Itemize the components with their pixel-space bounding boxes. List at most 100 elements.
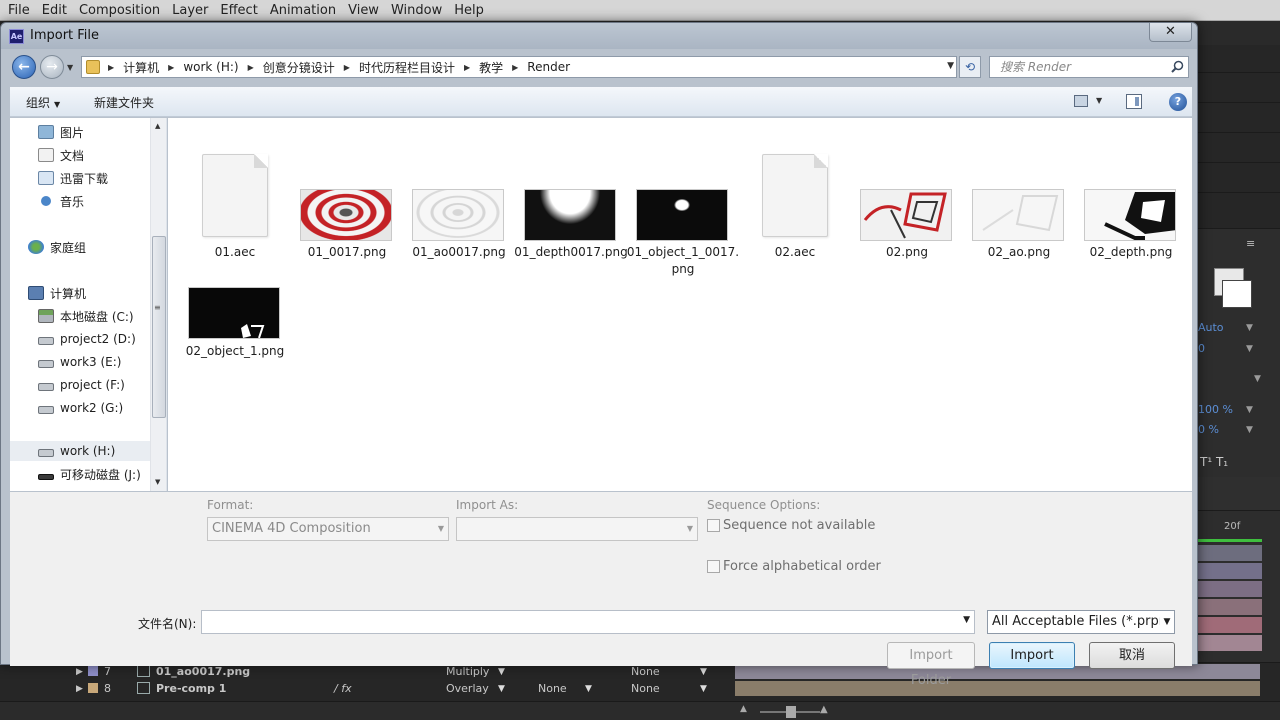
stroke-color-swatch[interactable] — [1222, 280, 1252, 308]
address-dropdown-icon[interactable]: ▼ — [947, 61, 954, 71]
nav-item-computer[interactable]: 计算机 — [28, 283, 86, 303]
search-box[interactable] — [989, 56, 1189, 78]
breadcrumb-item[interactable]: Render — [527, 60, 570, 74]
breadcrumb-item[interactable]: 创意分镜设计 — [263, 59, 335, 76]
nav-item-homegroup[interactable]: 家庭组 — [28, 237, 86, 257]
nav-item-drive-j[interactable]: 可移动磁盘 (J:) — [38, 464, 141, 484]
change-view-icon[interactable] — [1074, 95, 1088, 107]
breadcrumb-item[interactable]: 教学 — [479, 59, 503, 76]
zoom-out-icon[interactable]: ▲ — [740, 704, 747, 714]
cancel-button[interactable]: 取消 — [1089, 642, 1175, 669]
nav-item-drive-h[interactable]: work (H:) — [10, 441, 150, 461]
zoom-slider-knob[interactable] — [786, 706, 796, 718]
sequence-checkbox[interactable] — [707, 519, 720, 532]
file-item[interactable]: 02.aec — [737, 126, 853, 259]
blend-mode[interactable]: Overlay — [446, 682, 489, 695]
nav-scrollbar[interactable]: ▲ ≡ ▼ — [150, 118, 166, 491]
trackmatte-select[interactable]: None — [538, 682, 567, 695]
chevron-right-icon[interactable]: ▶ — [168, 63, 174, 72]
sequence-checkbox-row[interactable]: Sequence not available — [707, 518, 875, 533]
close-button[interactable]: ✕ — [1149, 23, 1192, 42]
nav-item-documents[interactable]: 文档 — [38, 145, 84, 165]
parent-select[interactable]: None — [631, 665, 660, 678]
unit-dropdown[interactable]: ▼ — [1254, 374, 1261, 384]
file-item[interactable]: 02_depth.png — [1073, 126, 1189, 259]
scroll-down-icon[interactable]: ▼ — [155, 478, 160, 486]
chevron-right-icon[interactable]: ▶ — [248, 63, 254, 72]
refresh-button[interactable]: ⟲ — [959, 56, 981, 78]
menu-file[interactable]: File — [0, 0, 36, 21]
chevron-right-icon[interactable]: ▶ — [512, 63, 518, 72]
menu-view[interactable]: View — [342, 0, 385, 21]
menu-composition[interactable]: Composition — [73, 0, 166, 21]
chevron-right-icon[interactable]: ▶ — [108, 63, 114, 72]
forward-button[interactable]: → — [40, 55, 64, 79]
file-item[interactable]: 02.png — [849, 126, 965, 259]
menu-effect[interactable]: Effect — [214, 0, 263, 21]
filename-input[interactable] — [202, 611, 952, 633]
superscript-icon[interactable]: T¹ T₁ — [1200, 455, 1228, 469]
scroll-up-icon[interactable]: ▲ — [155, 122, 160, 130]
breadcrumb-item[interactable]: work (H:) — [183, 60, 238, 74]
file-item[interactable]: 02_object_1.png — [177, 248, 293, 358]
preview-pane-icon[interactable] — [1126, 94, 1142, 109]
baseline-shift-value[interactable]: 0 % — [1198, 423, 1219, 436]
import-as-select[interactable]: ▼ — [456, 517, 698, 541]
nav-item-drive-g[interactable]: work2 (G:) — [38, 398, 123, 418]
recent-pages-dropdown[interactable]: ▼ — [67, 63, 73, 72]
parent-select[interactable]: None — [631, 682, 660, 695]
format-select[interactable]: CINEMA 4D Composition ▼ — [207, 517, 449, 541]
new-folder-button[interactable]: 新建文件夹 — [94, 94, 154, 111]
import-button[interactable]: Import — [989, 642, 1075, 669]
timeline-row[interactable]: ▶ 8 Pre-comp 1 / fx Overlay ▼ None ▼ Non… — [0, 680, 1280, 697]
force-alpha-checkbox-row[interactable]: Force alphabetical order — [707, 559, 881, 574]
nav-item-pictures[interactable]: 图片 — [38, 122, 84, 142]
menu-edit[interactable]: Edit — [36, 0, 73, 21]
file-item[interactable]: 01_depth0017.png — [513, 126, 629, 259]
breadcrumb-item[interactable]: 时代历程栏目设计 — [359, 59, 455, 76]
help-icon[interactable]: ? — [1169, 93, 1187, 111]
back-button[interactable]: ← — [12, 55, 36, 79]
file-item[interactable]: 01_object_1_0017.png — [625, 126, 741, 276]
file-type-select[interactable]: All Acceptable Files (*.prproj ▼ — [987, 610, 1175, 634]
search-input[interactable] — [990, 57, 1166, 77]
nav-item-drive-c[interactable]: 本地磁盘 (C:) — [38, 306, 134, 326]
file-item[interactable]: 01_ao0017.png — [401, 126, 517, 259]
layer-name[interactable]: 01_ao0017.png — [156, 665, 250, 678]
nav-item-drive-e[interactable]: work3 (E:) — [38, 352, 121, 372]
tracking-dropdown[interactable]: ▼ — [1246, 344, 1253, 354]
menu-window[interactable]: Window — [385, 0, 448, 21]
layer-name[interactable]: Pre-comp 1 — [156, 682, 226, 695]
panel-menu-icon[interactable]: ≡ — [1246, 237, 1255, 250]
chevron-right-icon[interactable]: ▶ — [464, 63, 470, 72]
force-alpha-checkbox[interactable] — [707, 560, 720, 573]
breadcrumb-item[interactable]: 计算机 — [123, 59, 159, 76]
search-icon[interactable] — [1171, 60, 1184, 73]
nav-item-music[interactable]: 音乐 — [38, 191, 84, 211]
zoom-in-icon[interactable]: ▲ — [820, 704, 828, 715]
organize-menu[interactable]: 组织 ▼ — [26, 94, 60, 111]
import-folder-button[interactable]: Import Folder — [887, 642, 975, 688]
view-options-dropdown[interactable]: ▼ — [1096, 96, 1102, 105]
menu-animation[interactable]: Animation — [264, 0, 342, 21]
vertical-scale-dropdown[interactable]: ▼ — [1246, 405, 1253, 415]
address-bar[interactable]: ▶ 计算机 ▶ work (H:) ▶ 创意分镜设计 ▶ 时代历程栏目设计 ▶ … — [81, 56, 957, 78]
nav-item-drive-f[interactable]: project (F:) — [38, 375, 125, 395]
leading-value[interactable]: Auto — [1198, 321, 1224, 334]
tracking-value[interactable]: 0 — [1198, 342, 1205, 355]
filename-field[interactable]: ▼ — [201, 610, 975, 634]
file-item[interactable]: 01_0017.png — [289, 126, 405, 259]
nav-item-drive-d[interactable]: project2 (D:) — [38, 329, 136, 349]
file-item[interactable]: 02_ao.png — [961, 126, 1077, 259]
menu-help[interactable]: Help — [448, 0, 490, 21]
nav-item-downloads[interactable]: 迅雷下载 — [38, 168, 108, 188]
scroll-thumb[interactable] — [152, 236, 166, 418]
baseline-shift-dropdown[interactable]: ▼ — [1246, 425, 1253, 435]
chevron-right-icon[interactable]: ▶ — [344, 63, 350, 72]
menu-layer[interactable]: Layer — [166, 0, 214, 21]
fx-icon[interactable]: / fx — [334, 682, 352, 695]
leading-dropdown[interactable]: ▼ — [1246, 323, 1253, 333]
dialog-titlebar[interactable]: Ae Import File ✕ — [1, 23, 1197, 49]
file-item[interactable]: 01.aec — [177, 126, 293, 259]
blend-mode[interactable]: Multiply — [446, 665, 489, 678]
